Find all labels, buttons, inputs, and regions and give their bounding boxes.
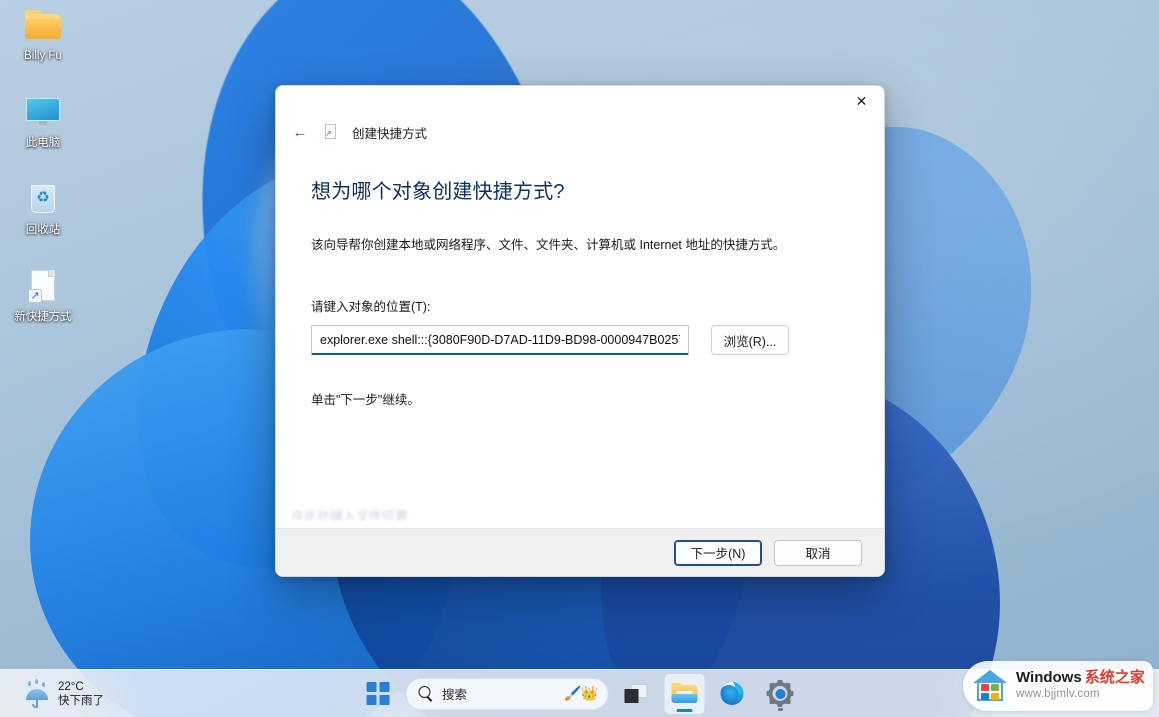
- watermark-title-cn: 系统之家: [1084, 669, 1145, 686]
- rain-umbrella-icon: [24, 678, 50, 708]
- windows-logo-icon: [366, 682, 390, 705]
- weather-condition: 快下雨了: [58, 694, 104, 707]
- desktop[interactable]: Billy Fu 此电脑 ♻ 回收站 ↗ 新快捷方式 ✕ ← ↗ 创建快捷方式 …: [0, 0, 1159, 717]
- this-pc-icon: [22, 93, 64, 133]
- weather-text: 22°C 快下雨了: [58, 680, 104, 708]
- search-decoration-icon: 🖌️👑: [564, 685, 598, 701]
- watermark-text: Windows 系统之家 www.bjjmlv.com: [1016, 669, 1145, 703]
- taskbar-file-explorer[interactable]: [664, 673, 704, 714]
- watermark-url: www.bjjmlv.com: [1016, 688, 1100, 700]
- taskbar-edge[interactable]: [712, 674, 752, 714]
- site-watermark: Windows 系统之家 www.bjjmlv.com: [963, 661, 1153, 711]
- dialog-description: 该向导帮你创建本地或网络程序、文件、文件夹、计算机或 Internet 地址的快…: [311, 238, 786, 252]
- search-placeholder: 搜索: [442, 688, 468, 702]
- edge-icon: [720, 682, 744, 705]
- back-arrow-icon[interactable]: ←: [288, 120, 312, 144]
- location-field-label: 请键入对象的位置(T):: [311, 300, 431, 314]
- location-input[interactable]: [311, 325, 689, 355]
- desktop-icon-this-pc[interactable]: 此电脑: [4, 93, 82, 150]
- dialog-body: 想为哪个对象创建快捷方式? 该向导帮你创建本地或网络程序、文件、文件夹、计算机或…: [276, 144, 884, 528]
- next-button[interactable]: 下一步(N): [674, 539, 762, 566]
- watermark-title: Windows 系统之家: [1016, 669, 1145, 686]
- house-windows-logo: [973, 670, 1007, 702]
- taskbar-center-group: 搜索 🖌️👑: [359, 673, 800, 714]
- watermark-title-en: Windows: [1016, 669, 1082, 686]
- recycle-bin-icon: ♻: [22, 180, 64, 220]
- desktop-icon-label: Billy Fu: [24, 50, 62, 62]
- task-view-icon: [624, 683, 648, 704]
- settings-gear-icon: [766, 680, 794, 707]
- start-button[interactable]: [359, 675, 397, 713]
- desktop-icon-billy-fu[interactable]: Billy Fu: [4, 6, 82, 63]
- desktop-icon-new-shortcut[interactable]: ↗ 新快捷方式: [4, 267, 82, 324]
- location-field-row: 浏览(R)...: [311, 325, 849, 355]
- taskbar-settings[interactable]: [760, 674, 800, 714]
- file-explorer-icon: [671, 682, 697, 705]
- dialog-hint: 单击"下一步"继续。: [311, 393, 420, 407]
- dialog-ghost-artifact: 在此处键入文件位置: [291, 509, 409, 520]
- create-shortcut-dialog: ✕ ← ↗ 创建快捷方式 想为哪个对象创建快捷方式? 该向导帮你创建本地或网络程…: [275, 85, 885, 577]
- dialog-footer: 下一步(N) 取消: [276, 528, 884, 576]
- dialog-titlebar[interactable]: ✕: [276, 86, 884, 116]
- desktop-icon-label: 新快捷方式: [14, 311, 72, 323]
- shortcut-file-icon: ↗: [22, 267, 64, 307]
- taskbar-task-view[interactable]: [616, 674, 656, 714]
- weather-temperature: 22°C: [58, 680, 84, 693]
- desktop-icon-label: 此电脑: [25, 137, 61, 149]
- search-input[interactable]: 搜索 🖌️👑: [405, 677, 608, 710]
- close-icon[interactable]: ✕: [839, 86, 884, 116]
- browse-button[interactable]: 浏览(R)...: [711, 325, 789, 355]
- folder-icon: [22, 6, 64, 46]
- desktop-icon-grid: Billy Fu 此电脑 ♻ 回收站 ↗ 新快捷方式: [0, 6, 88, 354]
- search-icon: [418, 686, 433, 701]
- dialog-heading: 想为哪个对象创建快捷方式?: [311, 181, 565, 203]
- shortcut-arrow-badge-icon: ↗: [28, 289, 42, 303]
- desktop-icon-recycle-bin[interactable]: ♻ 回收站: [4, 180, 82, 237]
- cancel-button[interactable]: 取消: [774, 539, 862, 566]
- dialog-nav-row: ← ↗ 创建快捷方式: [276, 116, 884, 144]
- dialog-title: 创建快捷方式: [352, 126, 428, 141]
- taskbar-weather-widget[interactable]: 22°C 快下雨了: [18, 677, 168, 711]
- shortcut-wizard-icon: ↗: [322, 123, 340, 141]
- desktop-icon-label: 回收站: [25, 224, 61, 236]
